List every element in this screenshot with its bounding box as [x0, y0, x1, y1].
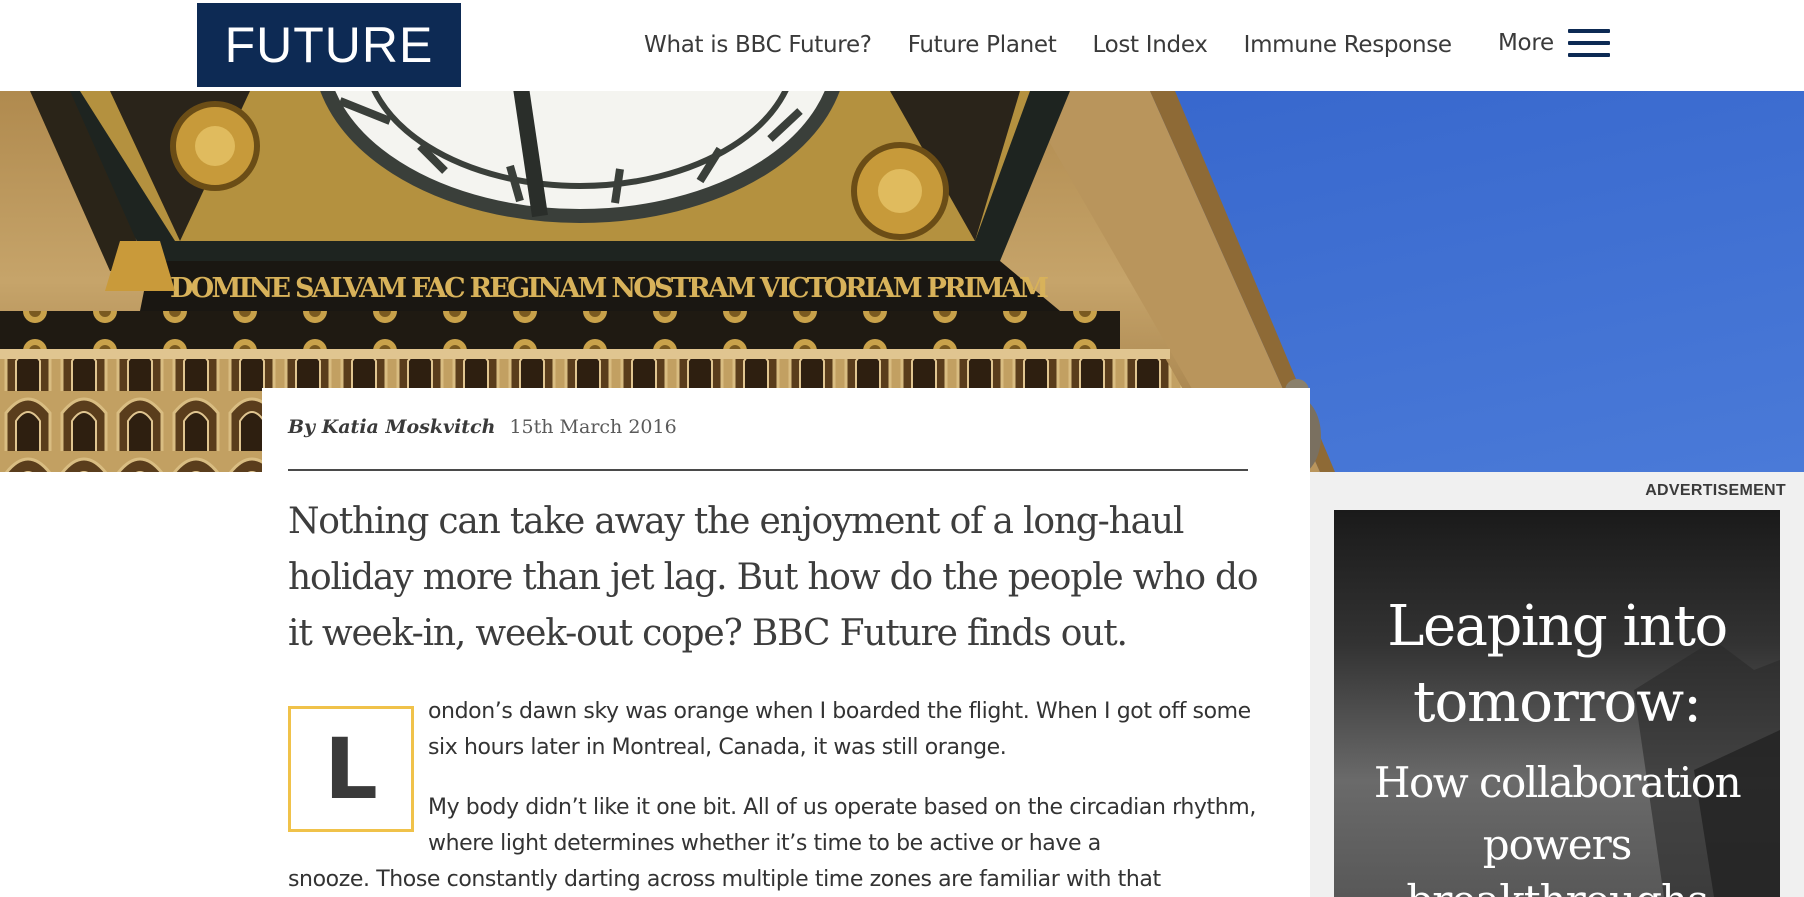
article-standfirst: Nothing can take away the enjoyment of a…: [288, 501, 1259, 654]
nav-future-planet[interactable]: Future Planet: [908, 32, 1057, 58]
more-label: More: [1498, 30, 1554, 56]
ad-subhead-line-2: powers: [1482, 820, 1633, 869]
hamburger-menu-icon[interactable]: [1567, 28, 1610, 58]
paragraph-2: My body didn’t like it one bit. All of u…: [428, 795, 1256, 856]
drop-cap: L: [288, 706, 414, 832]
inscription-text: DOMINE SALVAM FAC REGINAM NOSTRAM VICTOR…: [170, 273, 1050, 304]
ad-subhead-line-1: How collaboration: [1373, 758, 1742, 807]
more-menu-button[interactable]: More: [1498, 28, 1610, 58]
nav-what-is-bbc-future[interactable]: What is BBC Future?: [644, 32, 872, 58]
sidebar: ADVERTISEMENT Leaping into tomorrow: How…: [1310, 472, 1804, 897]
author-name[interactable]: By Katia Moskvitch: [288, 416, 495, 438]
ad-headline-line-2: tomorrow:: [1412, 670, 1702, 735]
ad-subhead-line-3: breakthroughs: [1334, 876, 1780, 897]
article-card: By Katia Moskvitch 15th March 2016 Nothin…: [262, 388, 1310, 897]
site-header: FUTURE What is BBC Future? Future Planet…: [0, 0, 1804, 91]
nav-immune-response[interactable]: Immune Response: [1244, 32, 1452, 58]
byline: By Katia Moskvitch 15th March 2016: [288, 416, 677, 438]
future-logo[interactable]: FUTURE: [197, 3, 461, 87]
ad-headline-line-1: Leaping into: [1387, 594, 1728, 659]
publish-date: 15th March 2016: [509, 416, 677, 438]
main-nav: What is BBC Future? Future Planet Lost I…: [644, 28, 1488, 62]
paragraph-2-continued: snooze. Those constantly darting across …: [288, 867, 1161, 892]
byline-divider: [288, 469, 1248, 471]
advertisement-banner[interactable]: Leaping into tomorrow: How collaboration…: [1334, 510, 1780, 897]
paragraph-1: ondon’s dawn sky was orange when I board…: [428, 699, 1251, 760]
nav-lost-index[interactable]: Lost Index: [1092, 32, 1207, 58]
advertisement-label: ADVERTISEMENT: [1645, 482, 1786, 499]
